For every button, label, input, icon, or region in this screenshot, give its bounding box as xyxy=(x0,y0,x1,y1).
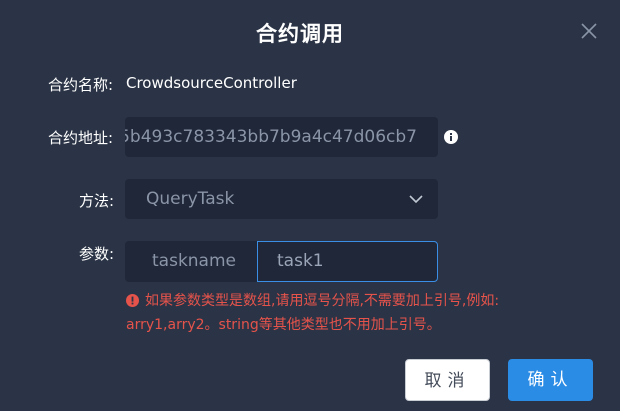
params-label: 参数: xyxy=(79,245,115,263)
info-icon[interactable] xyxy=(444,129,458,144)
contract-name-value: CrowdsourceController xyxy=(126,74,297,92)
confirm-button[interactable]: 确认 xyxy=(508,359,593,401)
contract-address-field[interactable]: 5b493c783343bb7b9a4c47d06cb7 xyxy=(125,117,438,157)
param-format-hint: 如果参数类型是数组,请用逗号分隔,不需要加上引号,例如: arry1,arry2… xyxy=(126,289,596,337)
method-label: 方法: xyxy=(79,192,115,210)
cancel-button[interactable]: 取消 xyxy=(405,359,490,401)
hint-line-1: 如果参数类型是数组,请用逗号分隔,不需要加上引号,例如: xyxy=(145,293,500,309)
contract-address-value: 5b493c783343bb7b9a4c47d06cb7 xyxy=(125,127,417,147)
contract-call-dialog: 合约调用 合约名称: CrowdsourceController 合约地址: 5… xyxy=(0,0,620,411)
param-key-input[interactable]: taskname xyxy=(125,241,257,282)
contract-name-label: 合约名称: xyxy=(48,76,114,94)
error-icon xyxy=(126,291,139,307)
chevron-down-icon[interactable] xyxy=(409,189,423,204)
method-select[interactable]: QueryTask xyxy=(125,179,438,219)
close-icon[interactable] xyxy=(578,20,600,42)
contract-address-label: 合约地址: xyxy=(48,129,114,147)
dialog-title: 合约调用 xyxy=(256,22,344,46)
param-value-input[interactable]: task1 xyxy=(257,241,438,282)
hint-line-2: arry1,arry2。string等其他类型也不用加上引号。 xyxy=(126,317,441,333)
method-selected-value: QueryTask xyxy=(146,189,235,209)
